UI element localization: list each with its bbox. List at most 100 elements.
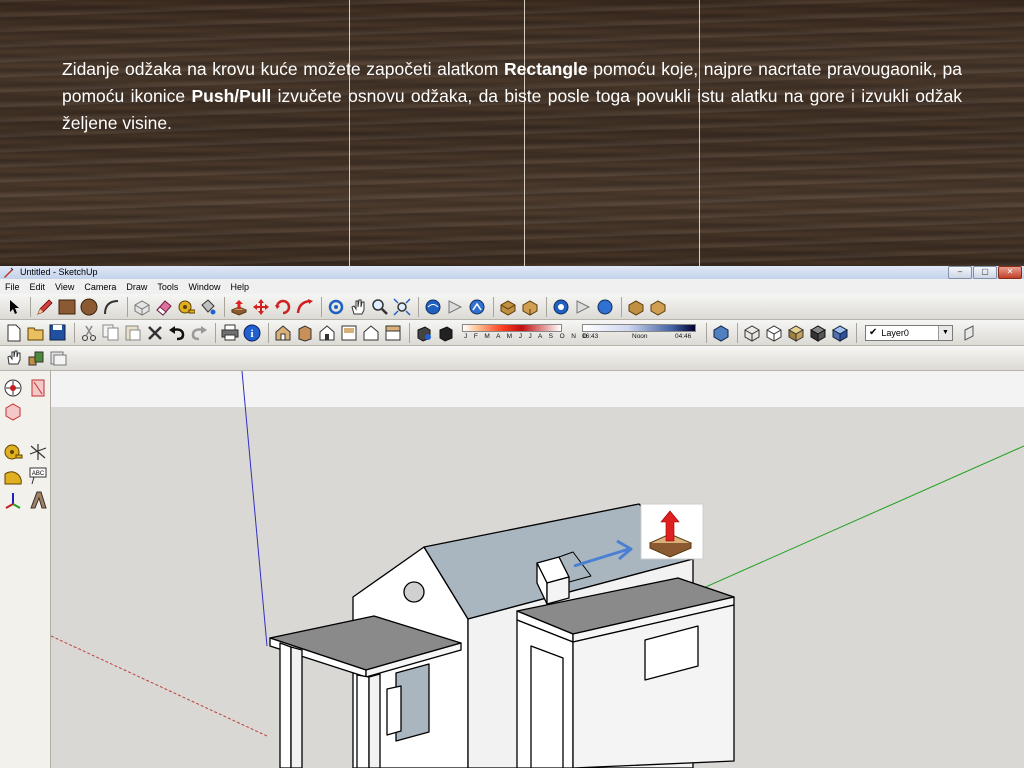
minimize-button[interactable]: – — [948, 266, 972, 279]
paint-bucket-icon[interactable] — [198, 297, 217, 316]
menu-help[interactable]: Help — [230, 282, 249, 292]
toolbar-separator — [706, 322, 707, 343]
redo-icon[interactable] — [189, 323, 208, 342]
top-view-icon[interactable] — [295, 323, 314, 342]
display-section-icon[interactable] — [648, 297, 667, 316]
close-button[interactable]: ✕ — [998, 266, 1022, 279]
circle-icon[interactable] — [79, 297, 98, 316]
menu-edit[interactable]: Edit — [30, 282, 46, 292]
erase-selection-icon[interactable] — [145, 323, 164, 342]
share-model-icon[interactable] — [445, 297, 464, 316]
wireframe-icon[interactable] — [742, 323, 761, 342]
time-gradient-bar[interactable] — [582, 323, 696, 332]
menu-draw[interactable]: Draw — [126, 282, 147, 292]
toolbar-separator — [30, 296, 31, 317]
maximize-button[interactable]: ▢ — [973, 266, 997, 279]
sandbox-icon[interactable] — [573, 297, 592, 316]
section-plane-icon[interactable] — [626, 297, 645, 316]
chevron-down-icon[interactable]: ▼ — [938, 325, 952, 340]
copy-icon[interactable] — [101, 323, 120, 342]
follow-me-icon[interactable] — [295, 297, 314, 316]
position-camera-icon[interactable] — [48, 349, 67, 368]
zoom-extents-icon[interactable] — [392, 297, 411, 316]
cut-icon[interactable] — [79, 323, 98, 342]
right-view-icon[interactable] — [339, 323, 358, 342]
front-view-icon[interactable] — [317, 323, 336, 342]
section-plane-tool-icon[interactable] — [27, 377, 48, 398]
dimension-icon[interactable] — [2, 441, 23, 462]
model-info-icon[interactable]: i — [242, 323, 261, 342]
toolbar-separator — [418, 296, 419, 317]
menu-window[interactable]: Window — [188, 282, 220, 292]
shaded-icon[interactable] — [786, 323, 805, 342]
rotate-icon[interactable] — [273, 297, 292, 316]
move-icon[interactable] — [251, 297, 270, 316]
tape-measure-icon[interactable] — [176, 297, 195, 316]
pencil-icon[interactable] — [35, 297, 54, 316]
xray-icon[interactable] — [711, 323, 730, 342]
layer-manager-icon[interactable] — [959, 323, 978, 342]
shadow-settings-icon[interactable] — [436, 323, 455, 342]
slide-banner: Zidanje odžaka na krovu kuće možete zapo… — [0, 0, 1024, 266]
paste-icon[interactable] — [123, 323, 142, 342]
window-title: Untitled - SketchUp — [20, 267, 98, 277]
photo-match-icon[interactable] — [595, 297, 614, 316]
back-view-icon[interactable] — [361, 323, 380, 342]
toolbar-separator — [215, 322, 216, 343]
iso-view-icon[interactable] — [273, 323, 292, 342]
undo-icon[interactable] — [167, 323, 186, 342]
orbit-camera-icon[interactable] — [2, 377, 23, 398]
modeling-viewport[interactable] — [51, 371, 1024, 768]
get-models-icon[interactable] — [423, 297, 442, 316]
hidden-line-icon[interactable] — [764, 323, 783, 342]
eraser-icon[interactable] — [154, 297, 173, 316]
component-options-icon[interactable] — [498, 297, 517, 316]
zoom-icon[interactable] — [370, 297, 389, 316]
layer-name: Layer0 — [881, 327, 909, 338]
sketchup-window: Untitled - SketchUp – ▢ ✕ File Edit View… — [0, 266, 1024, 768]
time-end-label: 04:46 — [675, 332, 692, 340]
shadows-icon[interactable] — [414, 323, 433, 342]
toolbar-separator — [74, 322, 75, 343]
date-gradient-bar[interactable] — [462, 323, 562, 332]
menu-file[interactable]: File — [5, 282, 20, 292]
select-icon[interactable] — [4, 297, 23, 316]
red-axis — [51, 635, 268, 737]
protractor-icon[interactable] — [2, 465, 23, 486]
component-attributes-icon[interactable] — [520, 297, 539, 316]
rectangle-icon[interactable] — [57, 297, 76, 316]
time-noon-label: Noon — [632, 332, 648, 340]
make-component-icon[interactable] — [132, 297, 151, 316]
3d-text-icon[interactable] — [27, 489, 48, 510]
new-file-icon[interactable] — [4, 323, 23, 342]
left-view-icon[interactable] — [383, 323, 402, 342]
menu-view[interactable]: View — [55, 282, 74, 292]
menu-tools[interactable]: Tools — [157, 282, 178, 292]
layer-dropdown[interactable]: ✔ Layer0 ▼ — [865, 324, 953, 341]
shaded-textures-icon[interactable] — [808, 323, 827, 342]
open-folder-icon[interactable] — [26, 323, 45, 342]
arc-icon[interactable] — [101, 297, 120, 316]
print-icon[interactable] — [220, 323, 239, 342]
save-icon[interactable] — [48, 323, 67, 342]
left-toolbar-group-camera — [2, 377, 49, 422]
toolbar-separator — [856, 322, 857, 343]
pan-icon[interactable] — [348, 297, 367, 316]
text-tool-icon[interactable]: ABC — [27, 465, 48, 486]
orbit-icon[interactable] — [326, 297, 345, 316]
warehouse-icon[interactable] — [467, 297, 486, 316]
push-pull-tool-name: Push/Pull — [191, 86, 272, 106]
svg-text:i: i — [250, 328, 253, 340]
axes-tool-icon[interactable] — [2, 489, 23, 510]
previous-view-icon[interactable] — [4, 349, 23, 368]
monochrome-icon[interactable] — [830, 323, 849, 342]
toolbar-separator — [268, 322, 269, 343]
section-display-icon[interactable] — [2, 401, 23, 422]
walk-icon[interactable] — [26, 349, 45, 368]
push-pull-icon[interactable] — [229, 297, 248, 316]
menu-camera[interactable]: Camera — [84, 282, 116, 292]
layer-check-icon: ✔ — [869, 327, 878, 338]
shadow-date-time-slider[interactable]: J F M A M J J A S O N D 06:43 Noon 04:46 — [462, 322, 698, 344]
dynamic-components-icon[interactable] — [551, 297, 570, 316]
axes-icon[interactable] — [27, 441, 48, 462]
